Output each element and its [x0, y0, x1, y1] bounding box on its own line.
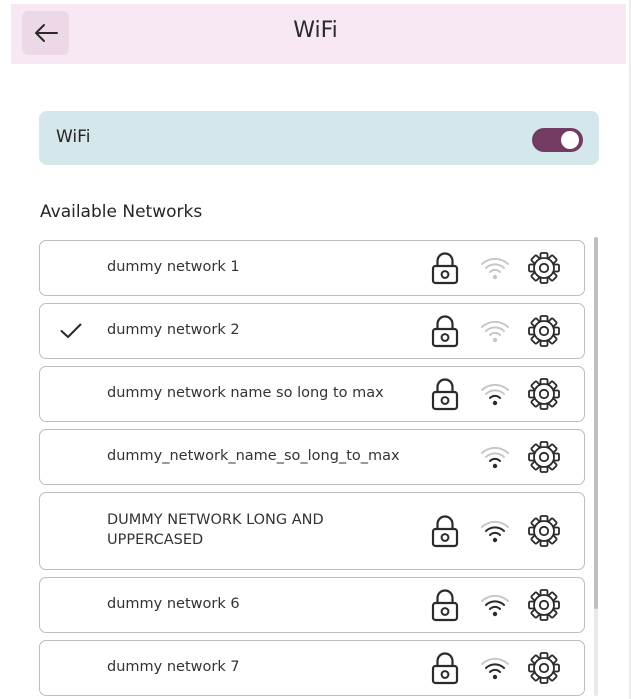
lock-icon: [430, 651, 460, 689]
wifi-signal-icon: [480, 318, 510, 348]
page-title: WiFi: [293, 18, 338, 43]
gear-icon[interactable]: [528, 515, 560, 551]
checkmark-icon: [60, 323, 82, 339]
wifi-signal-icon: [480, 255, 510, 285]
network-name: DUMMY NETWORK LONG AND UPPERCASED: [107, 512, 324, 548]
wifi-toggle-switch[interactable]: [532, 128, 583, 152]
gear-icon[interactable]: [528, 589, 560, 625]
network-name: dummy network 1: [107, 259, 240, 275]
lock-icon: [430, 514, 460, 552]
toggle-knob: [561, 131, 579, 149]
network-name: dummy_network_name_so_long_to_max: [107, 448, 400, 464]
wifi-settings-screen: WiFi WiFi Available Networks dummy netwo…: [0, 0, 631, 699]
network-row[interactable]: dummy_network_name_so_long_to_max: [39, 429, 585, 485]
lock-icon: [430, 314, 460, 352]
gear-icon[interactable]: [528, 252, 560, 288]
lock-icon: [430, 377, 460, 415]
lock-icon: [430, 251, 460, 289]
back-button[interactable]: [22, 11, 69, 55]
lock-icon: [430, 588, 460, 626]
wifi-signal-icon: [480, 655, 510, 685]
network-row[interactable]: dummy network name so long to max: [39, 366, 585, 422]
network-row[interactable]: dummy network 2: [39, 303, 585, 359]
gear-icon[interactable]: [528, 441, 560, 477]
arrow-left-icon: [34, 24, 58, 42]
gear-icon[interactable]: [528, 652, 560, 688]
wifi-signal-icon: [480, 381, 510, 411]
network-name: dummy network 6: [107, 596, 240, 612]
wifi-toggle-label: WiFi: [56, 127, 91, 147]
scrollbar-thumb[interactable]: [594, 237, 598, 609]
wifi-toggle-row[interactable]: WiFi: [39, 111, 599, 165]
network-row[interactable]: dummy network 1: [39, 240, 585, 296]
network-row[interactable]: DUMMY NETWORK LONG AND UPPERCASED: [39, 492, 585, 570]
network-name: dummy network name so long to max: [107, 385, 384, 401]
wifi-signal-icon: [480, 444, 510, 474]
network-row[interactable]: dummy network 7: [39, 640, 585, 696]
wifi-signal-icon: [480, 592, 510, 622]
network-row[interactable]: dummy network 6: [39, 577, 585, 633]
network-name: dummy network 7: [107, 659, 240, 675]
gear-icon[interactable]: [528, 315, 560, 351]
available-networks-heading: Available Networks: [40, 202, 203, 222]
gear-icon[interactable]: [528, 378, 560, 414]
network-name: dummy network 2: [107, 322, 240, 338]
wifi-signal-icon: [480, 518, 510, 548]
